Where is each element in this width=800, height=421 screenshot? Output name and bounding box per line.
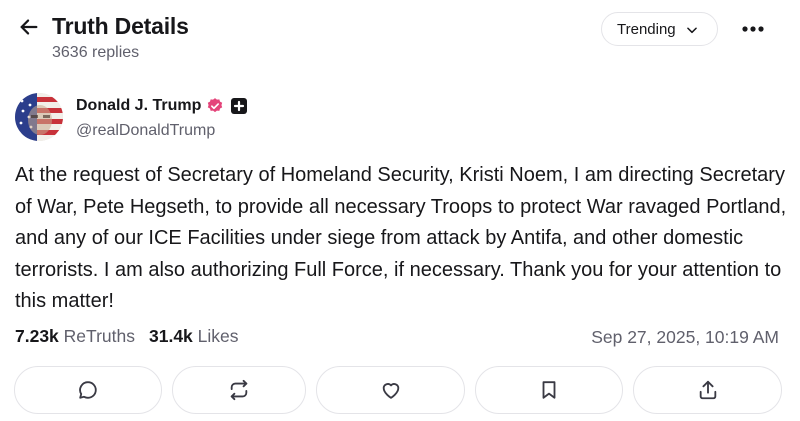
avatar[interactable] — [15, 93, 63, 141]
post-text: At the request of Secretary of Homeland … — [15, 164, 787, 312]
retruth-button[interactable] — [172, 366, 306, 414]
heart-icon — [382, 383, 399, 399]
plus-badge-icon — [231, 98, 248, 114]
share-button[interactable] — [633, 366, 782, 414]
avatar-image — [15, 93, 63, 141]
author-name[interactable]: Donald J. Trump — [76, 97, 201, 115]
page-title: Truth Details — [52, 13, 189, 39]
more-options-button[interactable] — [736, 16, 770, 42]
share-icon — [699, 380, 716, 400]
chevron-down-icon — [687, 27, 697, 34]
like-button[interactable] — [316, 366, 465, 414]
page-header: Truth Details 3636 replies Trending — [0, 0, 800, 70]
verified-badge-icon — [208, 98, 223, 113]
more-horizontal-icon — [742, 26, 764, 32]
post-stats: 7.23k ReTruths 31.4k Likes — [15, 326, 239, 347]
action-bar — [14, 366, 784, 416]
sort-dropdown[interactable]: Trending — [601, 12, 718, 46]
retruths-stat[interactable]: 7.23k ReTruths — [15, 326, 135, 347]
reply-button[interactable] — [14, 366, 162, 414]
likes-stat[interactable]: 31.4k Likes — [149, 326, 239, 347]
arrow-left-icon — [20, 19, 38, 35]
retruths-count: 7.23k — [15, 326, 59, 346]
bookmark-button[interactable] — [475, 366, 623, 414]
post-timestamp: Sep 27, 2025, 10:19 AM — [591, 327, 779, 347]
likes-count: 31.4k — [149, 326, 193, 346]
replies-count: 3636 replies — [52, 44, 140, 61]
bookmark-icon — [542, 381, 556, 399]
author-row: Donald J. Trump — [76, 97, 248, 115]
reply-icon — [79, 381, 97, 399]
back-button[interactable] — [14, 12, 44, 42]
likes-label: Likes — [197, 326, 239, 346]
retruths-label: ReTruths — [63, 326, 135, 346]
sort-dropdown-label: Trending — [617, 20, 676, 38]
author-handle[interactable]: @realDonaldTrump — [76, 122, 215, 140]
retruth-icon — [230, 379, 248, 401]
